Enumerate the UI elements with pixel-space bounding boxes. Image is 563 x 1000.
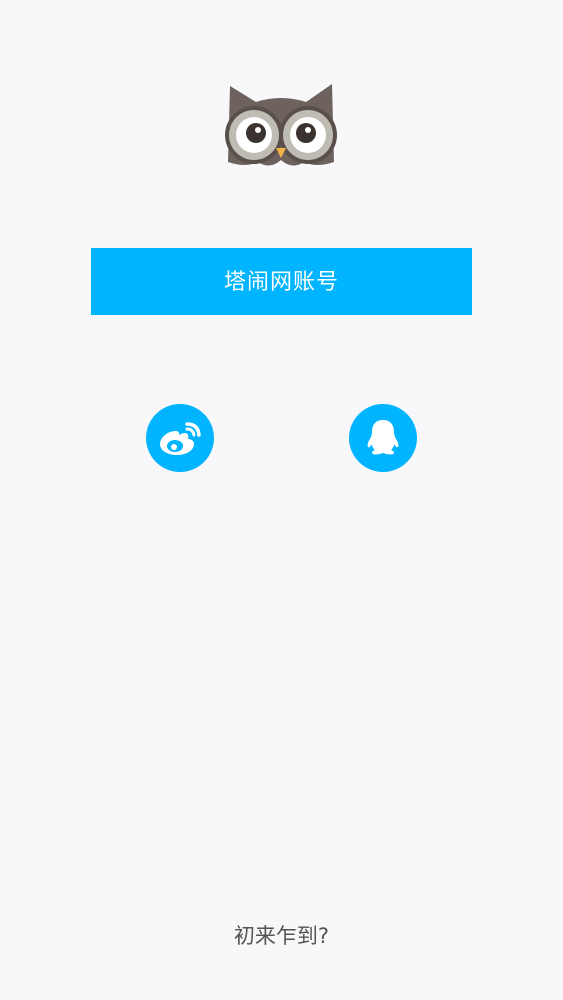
social-login-row (0, 404, 563, 472)
login-screen: 塔闹网账号 初来乍到? (0, 0, 563, 1000)
weibo-icon (157, 418, 203, 458)
newcomer-link[interactable]: 初来乍到? (0, 920, 563, 950)
qq-icon (365, 418, 401, 458)
qq-login-button[interactable] (349, 404, 417, 472)
weibo-login-button[interactable] (146, 404, 214, 472)
account-login-button[interactable]: 塔闹网账号 (91, 248, 472, 315)
owl-logo-icon (216, 80, 346, 170)
